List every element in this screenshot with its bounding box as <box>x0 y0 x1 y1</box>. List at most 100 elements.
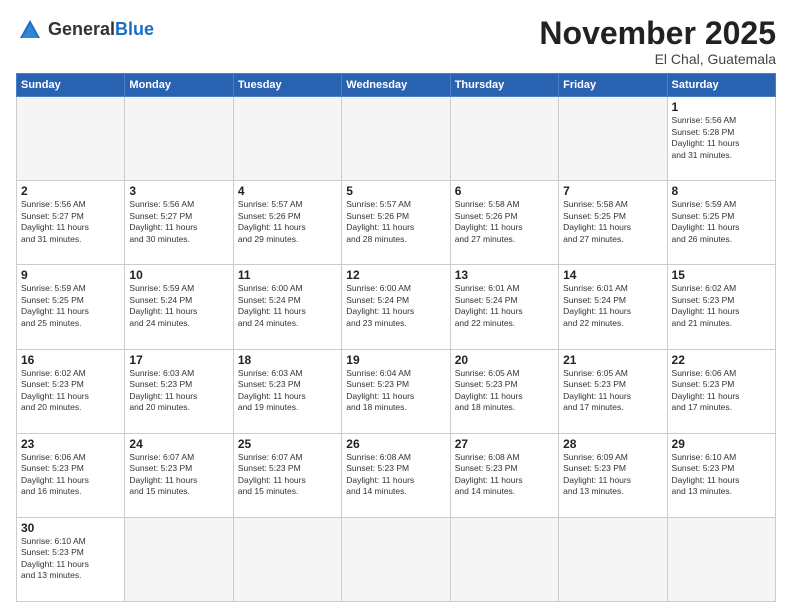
day-number: 13 <box>455 268 554 282</box>
day-number: 20 <box>455 353 554 367</box>
day-number: 4 <box>238 184 337 198</box>
header-saturday: Saturday <box>667 74 775 97</box>
day-info: Sunrise: 5:56 AMSunset: 5:27 PMDaylight:… <box>21 199 120 245</box>
header-sunday: Sunday <box>17 74 125 97</box>
day-cell: 20 Sunrise: 6:05 AMSunset: 5:23 PMDaylig… <box>450 349 558 433</box>
day-info: Sunrise: 6:03 AMSunset: 5:23 PMDaylight:… <box>238 368 337 414</box>
empty-cell <box>17 97 125 181</box>
calendar-row: 2 Sunrise: 5:56 AMSunset: 5:27 PMDayligh… <box>17 181 776 265</box>
day-info: Sunrise: 6:05 AMSunset: 5:23 PMDaylight:… <box>563 368 662 414</box>
day-number: 14 <box>563 268 662 282</box>
calendar: Sunday Monday Tuesday Wednesday Thursday… <box>16 73 776 602</box>
day-number: 28 <box>563 437 662 451</box>
day-info: Sunrise: 6:02 AMSunset: 5:23 PMDaylight:… <box>672 283 771 329</box>
day-number: 22 <box>672 353 771 367</box>
header-tuesday: Tuesday <box>233 74 341 97</box>
empty-cell <box>342 97 450 181</box>
empty-cell <box>559 97 667 181</box>
day-number: 27 <box>455 437 554 451</box>
day-number: 29 <box>672 437 771 451</box>
day-number: 11 <box>238 268 337 282</box>
day-number: 26 <box>346 437 445 451</box>
empty-cell <box>450 517 558 601</box>
day-cell: 23 Sunrise: 6:06 AMSunset: 5:23 PMDaylig… <box>17 433 125 517</box>
day-info: Sunrise: 5:59 AMSunset: 5:25 PMDaylight:… <box>672 199 771 245</box>
day-info: Sunrise: 6:01 AMSunset: 5:24 PMDaylight:… <box>455 283 554 329</box>
day-info: Sunrise: 5:57 AMSunset: 5:26 PMDaylight:… <box>346 199 445 245</box>
day-number: 9 <box>21 268 120 282</box>
weekday-header-row: Sunday Monday Tuesday Wednesday Thursday… <box>17 74 776 97</box>
logo-text: GeneralBlue <box>48 20 154 40</box>
day-cell: 19 Sunrise: 6:04 AMSunset: 5:23 PMDaylig… <box>342 349 450 433</box>
month-title: November 2025 <box>539 16 776 51</box>
day-cell: 24 Sunrise: 6:07 AMSunset: 5:23 PMDaylig… <box>125 433 233 517</box>
logo-icon <box>16 16 44 44</box>
day-cell: 22 Sunrise: 6:06 AMSunset: 5:23 PMDaylig… <box>667 349 775 433</box>
day-cell: 15 Sunrise: 6:02 AMSunset: 5:23 PMDaylig… <box>667 265 775 349</box>
day-number: 15 <box>672 268 771 282</box>
title-area: November 2025 El Chal, Guatemala <box>539 16 776 67</box>
day-number: 25 <box>238 437 337 451</box>
empty-cell <box>233 517 341 601</box>
calendar-row: 16 Sunrise: 6:02 AMSunset: 5:23 PMDaylig… <box>17 349 776 433</box>
day-cell: 17 Sunrise: 6:03 AMSunset: 5:23 PMDaylig… <box>125 349 233 433</box>
day-cell: 12 Sunrise: 6:00 AMSunset: 5:24 PMDaylig… <box>342 265 450 349</box>
day-cell: 14 Sunrise: 6:01 AMSunset: 5:24 PMDaylig… <box>559 265 667 349</box>
day-number: 3 <box>129 184 228 198</box>
day-number: 8 <box>672 184 771 198</box>
header-thursday: Thursday <box>450 74 558 97</box>
day-cell: 9 Sunrise: 5:59 AMSunset: 5:25 PMDayligh… <box>17 265 125 349</box>
day-cell: 1 Sunrise: 5:56 AMSunset: 5:28 PMDayligh… <box>667 97 775 181</box>
day-cell: 6 Sunrise: 5:58 AMSunset: 5:26 PMDayligh… <box>450 181 558 265</box>
day-cell: 18 Sunrise: 6:03 AMSunset: 5:23 PMDaylig… <box>233 349 341 433</box>
calendar-row: 30 Sunrise: 6:10 AMSunset: 5:23 PMDaylig… <box>17 517 776 601</box>
day-cell: 2 Sunrise: 5:56 AMSunset: 5:27 PMDayligh… <box>17 181 125 265</box>
day-info: Sunrise: 6:08 AMSunset: 5:23 PMDaylight:… <box>455 452 554 498</box>
day-number: 24 <box>129 437 228 451</box>
day-cell: 7 Sunrise: 5:58 AMSunset: 5:25 PMDayligh… <box>559 181 667 265</box>
day-number: 7 <box>563 184 662 198</box>
empty-cell <box>559 517 667 601</box>
logo-container: GeneralBlue <box>16 16 154 44</box>
day-cell: 10 Sunrise: 5:59 AMSunset: 5:24 PMDaylig… <box>125 265 233 349</box>
location-subtitle: El Chal, Guatemala <box>539 51 776 67</box>
day-cell: 29 Sunrise: 6:10 AMSunset: 5:23 PMDaylig… <box>667 433 775 517</box>
day-info: Sunrise: 6:01 AMSunset: 5:24 PMDaylight:… <box>563 283 662 329</box>
day-info: Sunrise: 6:00 AMSunset: 5:24 PMDaylight:… <box>346 283 445 329</box>
day-cell: 3 Sunrise: 5:56 AMSunset: 5:27 PMDayligh… <box>125 181 233 265</box>
empty-cell <box>233 97 341 181</box>
day-info: Sunrise: 6:05 AMSunset: 5:23 PMDaylight:… <box>455 368 554 414</box>
day-cell: 26 Sunrise: 6:08 AMSunset: 5:23 PMDaylig… <box>342 433 450 517</box>
header: GeneralBlue November 2025 El Chal, Guate… <box>16 16 776 67</box>
day-info: Sunrise: 6:06 AMSunset: 5:23 PMDaylight:… <box>21 452 120 498</box>
day-info: Sunrise: 6:00 AMSunset: 5:24 PMDaylight:… <box>238 283 337 329</box>
header-monday: Monday <box>125 74 233 97</box>
day-info: Sunrise: 6:03 AMSunset: 5:23 PMDaylight:… <box>129 368 228 414</box>
day-info: Sunrise: 5:56 AMSunset: 5:27 PMDaylight:… <box>129 199 228 245</box>
day-number: 12 <box>346 268 445 282</box>
day-info: Sunrise: 5:58 AMSunset: 5:26 PMDaylight:… <box>455 199 554 245</box>
day-info: Sunrise: 6:08 AMSunset: 5:23 PMDaylight:… <box>346 452 445 498</box>
calendar-row: 23 Sunrise: 6:06 AMSunset: 5:23 PMDaylig… <box>17 433 776 517</box>
empty-cell <box>667 517 775 601</box>
day-number: 19 <box>346 353 445 367</box>
page: GeneralBlue November 2025 El Chal, Guate… <box>0 0 792 612</box>
empty-cell <box>342 517 450 601</box>
day-number: 2 <box>21 184 120 198</box>
day-number: 16 <box>21 353 120 367</box>
day-info: Sunrise: 6:09 AMSunset: 5:23 PMDaylight:… <box>563 452 662 498</box>
day-number: 1 <box>672 100 771 114</box>
day-cell: 8 Sunrise: 5:59 AMSunset: 5:25 PMDayligh… <box>667 181 775 265</box>
day-info: Sunrise: 5:56 AMSunset: 5:28 PMDaylight:… <box>672 115 771 161</box>
empty-cell <box>450 97 558 181</box>
empty-cell <box>125 517 233 601</box>
day-number: 23 <box>21 437 120 451</box>
day-cell: 28 Sunrise: 6:09 AMSunset: 5:23 PMDaylig… <box>559 433 667 517</box>
day-info: Sunrise: 6:07 AMSunset: 5:23 PMDaylight:… <box>129 452 228 498</box>
day-info: Sunrise: 6:10 AMSunset: 5:23 PMDaylight:… <box>21 536 120 582</box>
day-info: Sunrise: 6:04 AMSunset: 5:23 PMDaylight:… <box>346 368 445 414</box>
day-number: 21 <box>563 353 662 367</box>
day-cell: 30 Sunrise: 6:10 AMSunset: 5:23 PMDaylig… <box>17 517 125 601</box>
day-info: Sunrise: 6:02 AMSunset: 5:23 PMDaylight:… <box>21 368 120 414</box>
day-info: Sunrise: 5:59 AMSunset: 5:24 PMDaylight:… <box>129 283 228 329</box>
